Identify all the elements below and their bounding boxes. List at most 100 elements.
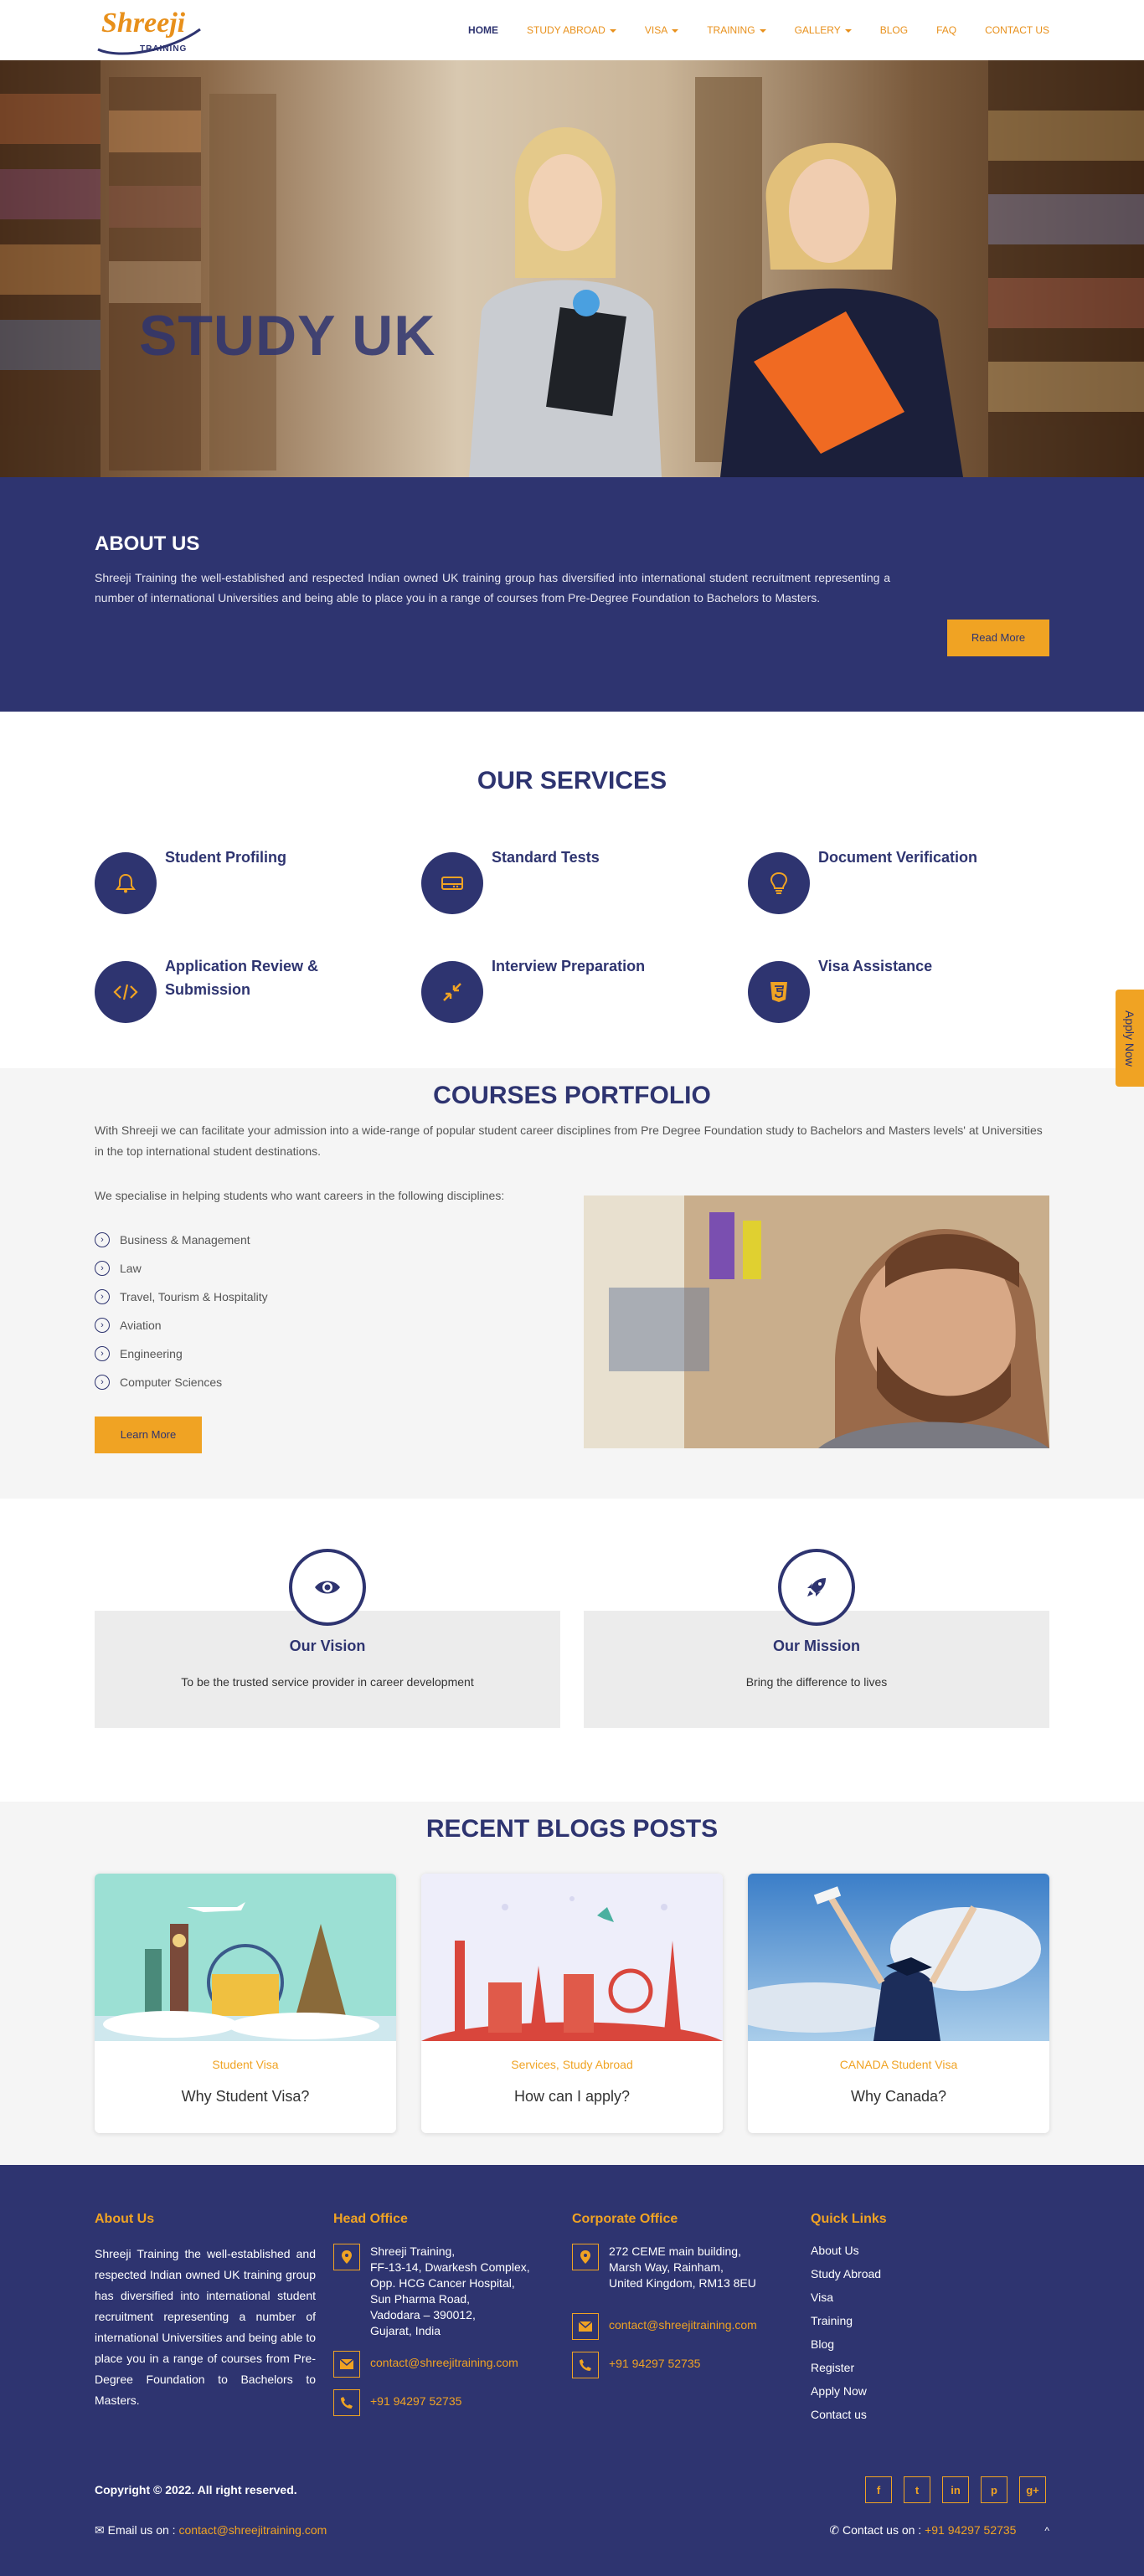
quick-link-blog[interactable]: Blog [811, 2337, 1049, 2361]
student-figure-left [469, 127, 662, 477]
about-section: ABOUT US Shreeji Training the well-estab… [0, 477, 1144, 712]
services-section: OUR SERVICES Student Profiling Standard T… [0, 712, 1144, 1068]
apply-now-tab[interactable]: Apply Now [1116, 990, 1144, 1087]
quick-link-about-us[interactable]: About Us [811, 2244, 1049, 2267]
discipline-label: Aviation [120, 1319, 162, 1332]
blog-category[interactable]: Student Visa [95, 2058, 396, 2071]
quick-links-list: About Us Study Abroad Visa Training Blog Regi… [811, 2244, 1049, 2431]
discipline-item: › Travel, Tourism & Hospitality [95, 1283, 564, 1311]
blog-category[interactable]: Services, Study Abroad [421, 2058, 723, 2071]
nav-item-faq[interactable]: FAQ [936, 24, 956, 36]
nav-item-training[interactable]: TRAINING [707, 24, 766, 36]
blog-title[interactable]: How can I apply? [421, 2088, 723, 2106]
corporate-office-address: 272 CEME main building, Marsh Way, Rainha… [609, 2244, 756, 2291]
corporate-office-email[interactable]: contact@shreejitraining.com [609, 2313, 757, 2333]
services-grid: Student Profiling Standard Tests Document … [95, 846, 1049, 1023]
nav-item-contact-us[interactable]: CONTACT US [985, 24, 1049, 36]
phone-icon [333, 2389, 360, 2416]
quick-link-study-abroad[interactable]: Study Abroad [811, 2267, 1049, 2291]
footer-email-link[interactable]: contact@shreejitraining.com [178, 2523, 327, 2537]
head-office-phone[interactable]: +91 94297 52735 [370, 2389, 461, 2409]
service-item[interactable]: Visa Assistance [748, 954, 1049, 1023]
quick-link-register[interactable]: Register [811, 2361, 1049, 2384]
contact-label: Contact us on : [843, 2523, 922, 2537]
head-office-address: Shreeji Training, FF-13-14, Dwarkesh Comp… [370, 2244, 530, 2339]
service-item[interactable]: Document Verification [748, 846, 1049, 914]
discipline-label: Business & Management [120, 1233, 250, 1247]
mission-card: Our Mission Bring the difference to live… [584, 1549, 1049, 1728]
read-more-button[interactable]: Read More [947, 620, 1049, 656]
twitter-icon[interactable]: t [904, 2476, 930, 2503]
pinterest-icon[interactable]: p [981, 2476, 1007, 2503]
site-logo[interactable]: Shreeji TRAINING [95, 3, 204, 58]
blog-card[interactable]: Student Visa Why Student Visa? [95, 1874, 396, 2133]
service-title: Application Review & Submission [165, 958, 319, 998]
service-item[interactable]: Application Review & Submission [95, 954, 421, 1023]
rocket-icon [778, 1549, 855, 1626]
blog-card[interactable]: Services, Study Abroad How can I apply? [421, 1874, 723, 2133]
corporate-office-phone[interactable]: +91 94297 52735 [609, 2352, 700, 2372]
nav-item-home[interactable]: HOME [468, 24, 498, 36]
bell-icon [95, 852, 157, 914]
nav-label: VISA [644, 24, 668, 36]
address-line: FF-13-14, Dwarkesh Complex, [370, 2260, 530, 2274]
nav-label: CONTACT US [985, 24, 1049, 36]
service-item[interactable]: Student Profiling [95, 846, 421, 914]
discipline-item: › Computer Sciences [95, 1368, 564, 1396]
service-title: Visa Assistance [818, 958, 933, 974]
map-pin-icon [572, 2244, 599, 2270]
corporate-office-heading: Corporate Office [572, 2212, 678, 2226]
nav-label: HOME [468, 24, 499, 36]
courses-heading: COURSES PORTFOLIO [433, 1082, 711, 1109]
phone-icon: ✆ [829, 2523, 840, 2537]
site-footer: About Us Shreeji Training the well-estab… [0, 2165, 1144, 2576]
blog-image-landmarks [95, 1874, 396, 2041]
blog-card[interactable]: CANADA Student Visa Why Canada? [748, 1874, 1049, 2133]
quick-link-contact-us[interactable]: Contact us [811, 2408, 1049, 2431]
courses-intro: With Shreeji we can facilitate your admi… [95, 1123, 1043, 1158]
courses-lead: We specialise in helping students who wa… [95, 1189, 505, 1202]
blog-title[interactable]: Why Student Visa? [95, 2088, 396, 2106]
vision-mission-section: Our Vision To be the trusted service pro… [0, 1499, 1144, 1802]
footer-phone-link[interactable]: +91 94297 52735 [925, 2523, 1016, 2537]
logo-text: Shreeji [101, 8, 186, 39]
contact-bar: ✆ Contact us on : +91 94297 52735 ^ [829, 2523, 1049, 2537]
service-item[interactable]: Interview Preparation [421, 954, 748, 1023]
chevron-right-circle-icon: › [95, 1232, 110, 1247]
footer-corporate-office: Corporate Office 272 CEME main building,… [572, 2212, 811, 2431]
quick-link-visa[interactable]: Visa [811, 2291, 1049, 2314]
nav-item-gallery[interactable]: GALLERY [795, 24, 852, 36]
quick-link-apply-now[interactable]: Apply Now [811, 2384, 1049, 2408]
discipline-item: › Engineering [95, 1339, 564, 1368]
lightbulb-icon [748, 852, 810, 914]
hard-drive-icon [421, 852, 483, 914]
copyright: Copyright © 2022. All right reserved. [95, 2483, 297, 2496]
eye-icon [289, 1549, 366, 1626]
blog-image-graduate [748, 1874, 1049, 2041]
google-plus-icon[interactable]: g+ [1019, 2476, 1046, 2503]
linkedin-icon[interactable]: in [942, 2476, 969, 2503]
compress-icon [421, 961, 483, 1023]
courses-section: COURSES PORTFOLIO With Shreeji we can fa… [0, 1068, 1144, 1499]
discipline-label: Travel, Tourism & Hospitality [120, 1290, 268, 1303]
blog-category[interactable]: CANADA Student Visa [748, 2058, 1049, 2071]
student-photo [584, 1195, 1049, 1448]
vision-card: Our Vision To be the trusted service pro… [95, 1549, 560, 1728]
head-office-heading: Head Office [333, 2212, 408, 2226]
service-title: Standard Tests [492, 849, 600, 866]
scroll-up-icon[interactable]: ^ [1044, 2525, 1049, 2537]
service-item[interactable]: Standard Tests [421, 846, 748, 914]
facebook-icon[interactable]: f [865, 2476, 892, 2503]
blog-title[interactable]: Why Canada? [748, 2088, 1049, 2106]
nav-item-study-abroad[interactable]: STUDY ABROAD [527, 24, 616, 36]
library-background-image [0, 60, 1144, 477]
html5-icon [748, 961, 810, 1023]
nav-item-visa[interactable]: VISA [644, 24, 679, 36]
head-office-email[interactable]: contact@shreejitraining.com [370, 2351, 518, 2371]
site-header: Shreeji TRAINING HOME STUDY ABROAD VISA TRA… [0, 0, 1144, 60]
nav-item-blog[interactable]: BLOG [880, 24, 908, 36]
discipline-label: Engineering [120, 1347, 183, 1360]
learn-more-button[interactable]: Learn More [95, 1417, 202, 1453]
quick-link-training[interactable]: Training [811, 2314, 1049, 2337]
mission-title: Our Mission [772, 1638, 860, 1654]
